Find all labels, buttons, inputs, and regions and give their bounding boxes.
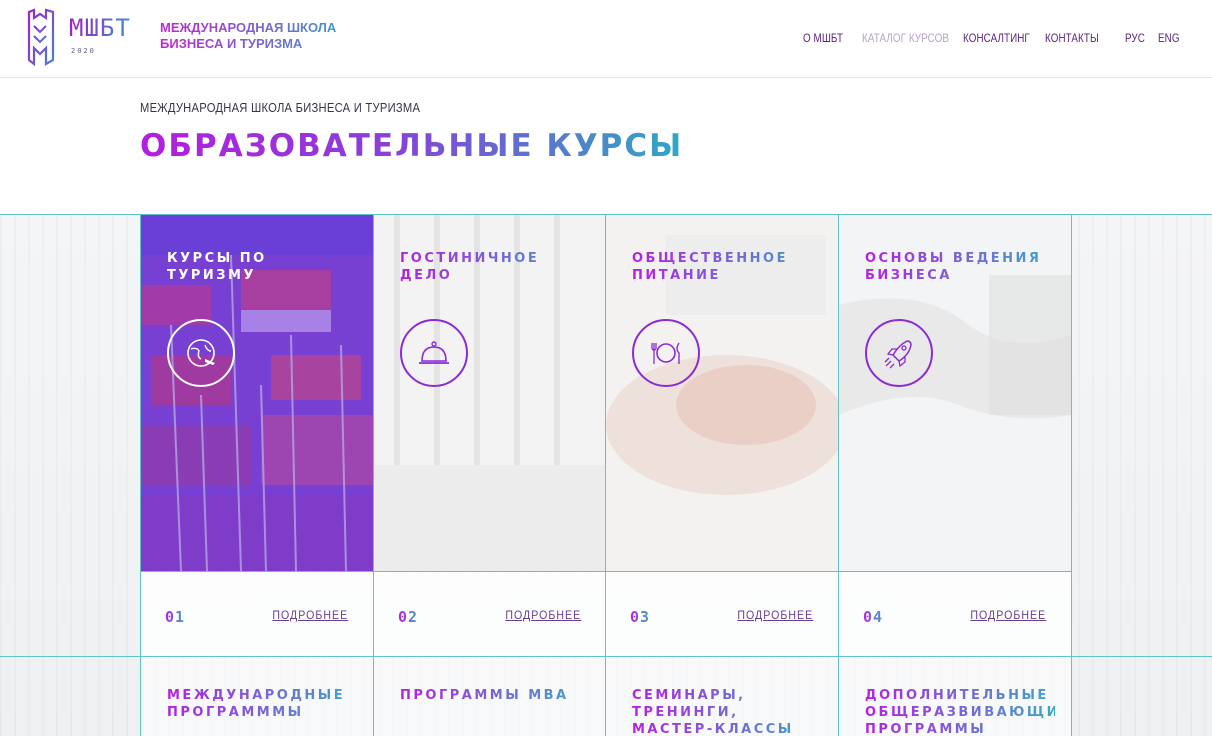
more-link[interactable]: ПОДРОБНЕЕ	[737, 608, 813, 622]
grid-line	[605, 214, 606, 736]
service-bell-icon	[419, 341, 449, 364]
rocket-icon	[884, 340, 912, 369]
course-card-tourism[interactable]: КУРСЫ ПО ТУРИЗМУ	[141, 215, 373, 571]
card-icon-circle	[400, 319, 468, 387]
course-card-international[interactable]: МЕЖДУНАРОДНЫЕ ПРОГРАМММЫ	[141, 657, 373, 736]
course-card-additional[interactable]: ДОПОЛНИТЕЛЬНЫЕ ОБЩЕРАЗВИВАЮЩИЕ ПРОГРАММЫ	[839, 657, 1071, 736]
card-title: ОБЩЕСТВЕННОЕ ПИТАНИЕ	[632, 250, 822, 284]
logo-year: 2020	[71, 47, 96, 55]
card-title: КУРСЫ ПО ТУРИЗМУ	[167, 251, 267, 283]
card-number: 01	[165, 608, 186, 626]
grid-line	[373, 214, 374, 736]
course-card-catering[interactable]: ОБЩЕСТВЕННОЕ ПИТАНИЕ	[606, 215, 838, 571]
card-icon-circle	[865, 319, 933, 387]
lang-ru[interactable]: РУС	[1125, 31, 1145, 45]
nav-item-about[interactable]: О МШБТ	[803, 31, 843, 45]
card-icon-circle	[632, 319, 700, 387]
main-nav: О МШБТ КАТАЛОГ КУРСОВ КОНСАЛТИНГ КОНТАКТ…	[0, 31, 1212, 47]
card-icon-circle	[167, 319, 235, 387]
site-header: МШБТ 2020 МЕЖДУНАРОДНАЯ ШКОЛА БИЗНЕСА И …	[0, 0, 1212, 78]
card-title: СЕМИНАРЫ, ТРЕНИНГИ, МАСТЕР-КЛАССЫ	[632, 687, 822, 736]
more-link[interactable]: ПОДРОБНЕЕ	[505, 608, 581, 622]
card-title: ОСНОВЫ ВЕДЕНИЯ БИЗНЕСА	[865, 250, 1055, 284]
card-number: 03	[630, 608, 651, 626]
nav-item-consulting[interactable]: КОНСАЛТИНГ	[963, 31, 1030, 45]
nav-item-contacts[interactable]: КОНТАКТЫ	[1045, 31, 1099, 45]
course-card-mba[interactable]: ПРОГРАММЫ MBA	[374, 657, 606, 736]
breadcrumb: МЕЖДУНАРОДНАЯ ШКОЛА БИЗНЕСА И ТУРИЗМА	[140, 100, 421, 115]
card-number: 04	[863, 608, 884, 626]
page-title: ОБРАЗОВАТЕЛЬНЫЕ КУРСЫ	[140, 128, 684, 164]
more-link[interactable]: ПОДРОБНЕЕ	[272, 608, 348, 622]
grid-line	[0, 656, 1212, 657]
card-title: ДОПОЛНИТЕЛЬНЫЕ ОБЩЕРАЗВИВАЮЩИЕ ПРОГРАММЫ	[865, 688, 1071, 736]
lang-en[interactable]: ENG	[1158, 31, 1180, 45]
card-footer: 02 ПОДРОБНЕЕ	[374, 572, 606, 656]
course-card-seminars[interactable]: СЕМИНАРЫ, ТРЕНИНГИ, МАСТЕР-КЛАССЫ	[606, 657, 838, 736]
grid-line	[0, 214, 1212, 215]
more-link[interactable]: ПОДРОБНЕЕ	[970, 608, 1046, 622]
card-title: МЕЖДУНАРОДНЫЕ ПРОГРАМММЫ	[167, 687, 357, 721]
card-footer: 03 ПОДРОБНЕЕ	[606, 572, 838, 656]
card-title: ПРОГРАММЫ MBA	[400, 687, 590, 704]
course-card-business[interactable]: ОСНОВЫ ВЕДЕНИЯ БИЗНЕСА	[839, 215, 1071, 571]
grid-line	[838, 214, 839, 736]
grid-line	[140, 214, 141, 736]
nav-item-catalog[interactable]: КАТАЛОГ КУРСОВ	[862, 31, 949, 45]
grid-line	[1071, 214, 1072, 736]
globe-plane-icon	[187, 339, 215, 367]
grid-line	[141, 571, 1071, 572]
card-footer: 04 ПОДРОБНЕЕ	[839, 572, 1071, 656]
card-title: ГОСТИНИЧНОЕ ДЕЛО	[400, 250, 590, 284]
card-number: 02	[398, 608, 419, 626]
card-footer: 01 ПОДРОБНЕЕ	[141, 572, 373, 656]
plate-cutlery-icon	[651, 342, 680, 364]
course-card-hotel[interactable]: ГОСТИНИЧНОЕ ДЕЛО	[374, 215, 606, 571]
